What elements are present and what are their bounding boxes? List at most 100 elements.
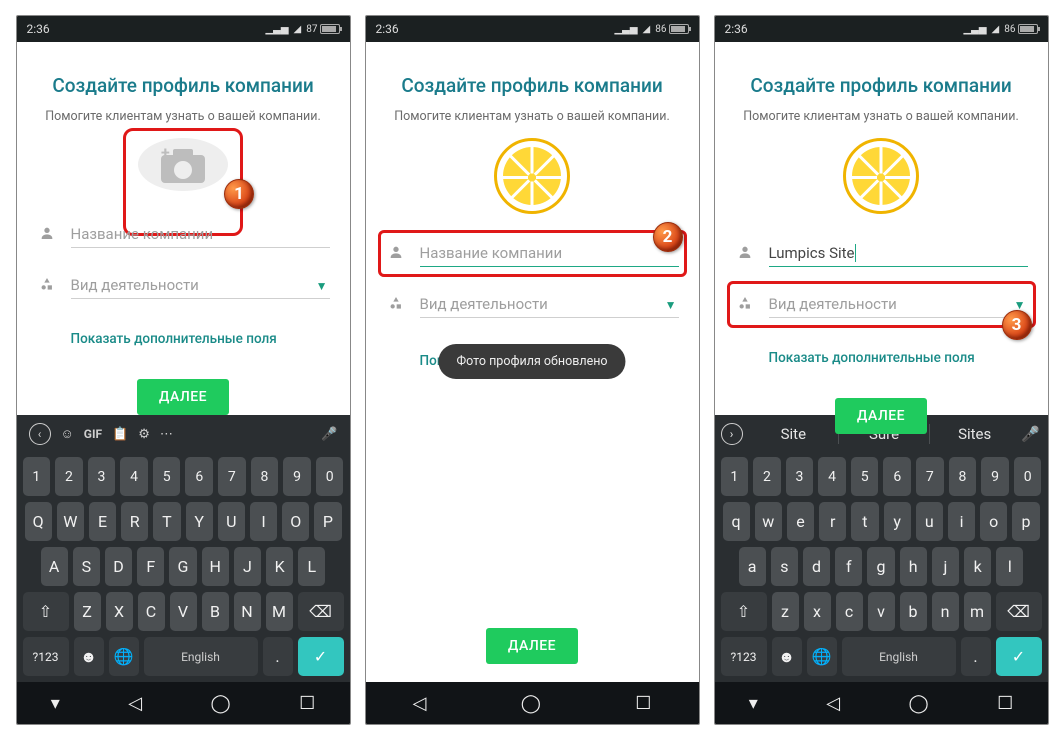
- key-U[interactable]: U: [218, 502, 245, 541]
- key-c[interactable]: c: [836, 592, 863, 631]
- key-5[interactable]: 5: [153, 457, 181, 496]
- key-l[interactable]: l: [996, 547, 1023, 586]
- symbols-key[interactable]: ?123: [721, 637, 767, 676]
- key-O[interactable]: O: [282, 502, 309, 541]
- clipboard-icon[interactable]: 📋: [112, 427, 128, 442]
- keyboard-expand-icon[interactable]: ‹: [29, 423, 51, 445]
- key-8[interactable]: 8: [251, 457, 279, 496]
- key-K[interactable]: K: [266, 547, 293, 586]
- key-m[interactable]: m: [964, 592, 991, 631]
- key-7[interactable]: 7: [218, 457, 246, 496]
- key-z[interactable]: z: [772, 592, 799, 631]
- key-E[interactable]: E: [89, 502, 116, 541]
- key-F[interactable]: F: [137, 547, 164, 586]
- key-S[interactable]: S: [73, 547, 100, 586]
- period-key[interactable]: .: [263, 637, 293, 676]
- emoji-key[interactable]: ☻: [772, 637, 802, 676]
- key-h[interactable]: h: [900, 547, 927, 586]
- key-9[interactable]: 9: [981, 457, 1009, 496]
- suggestion-1[interactable]: Site: [749, 425, 839, 443]
- nav-back-icon[interactable]: ◁: [826, 693, 840, 714]
- profile-photo[interactable]: [494, 138, 570, 214]
- key-1[interactable]: 1: [23, 457, 51, 496]
- nav-recents-icon[interactable]: ☐: [997, 693, 1013, 714]
- key-Q[interactable]: Q: [25, 502, 52, 541]
- key-8[interactable]: 8: [949, 457, 977, 496]
- nav-home-icon[interactable]: ◯: [211, 693, 231, 714]
- key-Z[interactable]: Z: [74, 592, 101, 631]
- key-6[interactable]: 6: [185, 457, 213, 496]
- mic-icon[interactable]: 🎤: [321, 427, 337, 442]
- key-J[interactable]: J: [234, 547, 261, 586]
- nav-back-icon[interactable]: ◁: [128, 693, 142, 714]
- key-g[interactable]: g: [867, 547, 894, 586]
- key-N[interactable]: N: [234, 592, 261, 631]
- key-G[interactable]: G: [169, 547, 196, 586]
- key-y[interactable]: y: [884, 502, 911, 541]
- key-w[interactable]: w: [755, 502, 782, 541]
- globe-key[interactable]: 🌐: [109, 637, 139, 676]
- backspace-key[interactable]: ⌫: [298, 592, 344, 631]
- profile-photo[interactable]: [843, 138, 919, 214]
- mic-icon[interactable]: 🎤: [1020, 425, 1042, 443]
- key-i[interactable]: i: [948, 502, 975, 541]
- next-button[interactable]: ДАЛЕЕ: [486, 628, 578, 664]
- key-k[interactable]: k: [964, 547, 991, 586]
- key-5[interactable]: 5: [851, 457, 879, 496]
- globe-key[interactable]: 🌐: [807, 637, 837, 676]
- shift-key[interactable]: ⇧: [23, 592, 69, 631]
- enter-key[interactable]: ✓: [298, 637, 344, 676]
- emoji-key[interactable]: ☻: [74, 637, 104, 676]
- key-4[interactable]: 4: [818, 457, 846, 496]
- key-1[interactable]: 1: [721, 457, 749, 496]
- key-H[interactable]: H: [202, 547, 229, 586]
- key-P[interactable]: P: [314, 502, 341, 541]
- key-7[interactable]: 7: [916, 457, 944, 496]
- key-W[interactable]: W: [57, 502, 84, 541]
- key-6[interactable]: 6: [883, 457, 911, 496]
- key-e[interactable]: e: [787, 502, 814, 541]
- key-2[interactable]: 2: [753, 457, 781, 496]
- key-s[interactable]: s: [771, 547, 798, 586]
- key-R[interactable]: R: [121, 502, 148, 541]
- key-V[interactable]: V: [170, 592, 197, 631]
- nav-home-icon[interactable]: ◯: [909, 693, 929, 714]
- key-L[interactable]: L: [298, 547, 325, 586]
- key-I[interactable]: I: [250, 502, 277, 541]
- nav-home-icon[interactable]: ◯: [521, 693, 541, 714]
- key-b[interactable]: b: [900, 592, 927, 631]
- key-C[interactable]: C: [138, 592, 165, 631]
- key-o[interactable]: o: [980, 502, 1007, 541]
- nav-keyboard-hide-icon[interactable]: ▾: [51, 693, 60, 714]
- nav-recents-icon[interactable]: ☐: [635, 693, 651, 714]
- soft-keyboard[interactable]: › Site Sure Sites 🎤 1234567890 qwertyuio…: [715, 415, 1048, 682]
- key-4[interactable]: 4: [120, 457, 148, 496]
- nav-back-icon[interactable]: ◁: [413, 693, 427, 714]
- company-name-input[interactable]: Lumpics Site: [769, 240, 1028, 267]
- settings-icon[interactable]: ⚙: [138, 427, 150, 442]
- key-D[interactable]: D: [105, 547, 132, 586]
- keyboard-expand-icon[interactable]: ›: [721, 423, 743, 445]
- suggestion-3[interactable]: Sites: [930, 425, 1020, 443]
- period-key[interactable]: .: [961, 637, 991, 676]
- space-key[interactable]: English: [144, 637, 258, 676]
- backspace-key[interactable]: ⌫: [996, 592, 1042, 631]
- key-n[interactable]: n: [932, 592, 959, 631]
- key-M[interactable]: M: [266, 592, 293, 631]
- soft-keyboard[interactable]: ‹ ☺ GIF 📋 ⚙ ⋯ 🎤 1234567890 QWERTYUIOP AS…: [17, 415, 350, 682]
- nav-recents-icon[interactable]: ☐: [299, 693, 315, 714]
- key-d[interactable]: d: [803, 547, 830, 586]
- shift-key[interactable]: ⇧: [721, 592, 767, 631]
- key-a[interactable]: a: [739, 547, 766, 586]
- key-B[interactable]: B: [202, 592, 229, 631]
- next-button[interactable]: ДАЛЕЕ: [137, 379, 229, 415]
- key-t[interactable]: t: [851, 502, 878, 541]
- key-q[interactable]: q: [723, 502, 750, 541]
- next-button[interactable]: ДАЛЕЕ: [835, 398, 927, 434]
- activity-select[interactable]: [420, 291, 679, 318]
- key-9[interactable]: 9: [283, 457, 311, 496]
- key-v[interactable]: v: [868, 592, 895, 631]
- key-Y[interactable]: Y: [186, 502, 213, 541]
- enter-key[interactable]: ✓: [996, 637, 1042, 676]
- key-r[interactable]: r: [819, 502, 846, 541]
